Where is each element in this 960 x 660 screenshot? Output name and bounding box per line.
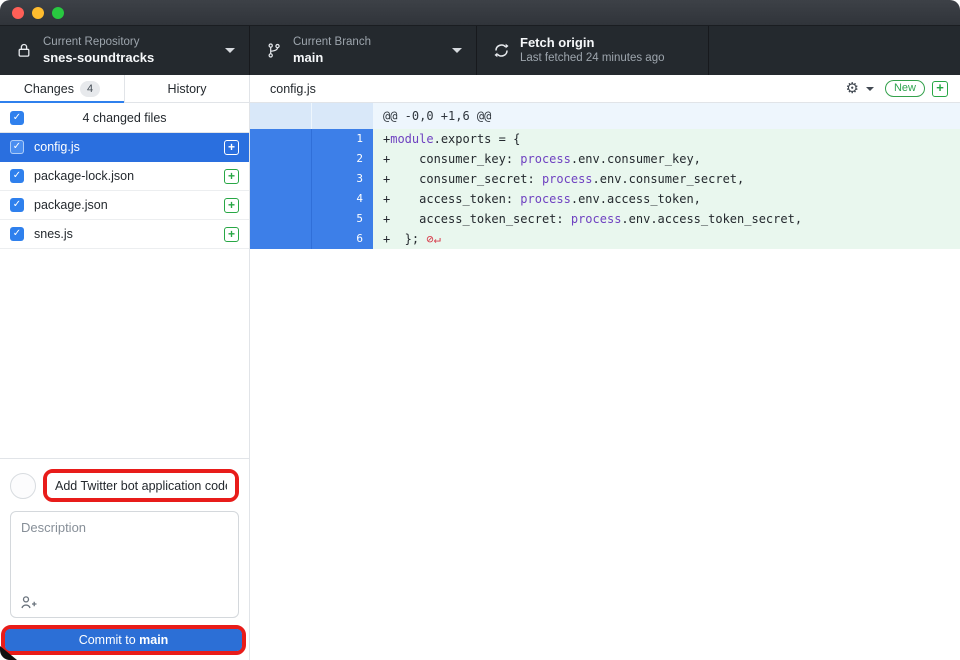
repository-label: Current Repository — [43, 35, 154, 49]
diff-line[interactable]: 3+ consumer_secret: process.env.consumer… — [250, 169, 960, 189]
diff-line[interactable]: 6+ }; ⊘↵ — [250, 229, 960, 249]
file-row[interactable]: ✓ config.js + — [0, 133, 249, 162]
commit-button-highlight-annotation: Commit to main — [1, 625, 246, 655]
file-row[interactable]: ✓ package-lock.json + — [0, 162, 249, 191]
add-coauthor-icon[interactable] — [20, 595, 38, 610]
tab-changes-label: Changes — [24, 82, 74, 96]
added-file-icon: + — [932, 81, 948, 97]
lock-icon — [14, 42, 34, 59]
diff-controls: ⚙ New + — [846, 80, 948, 97]
branch-label: Current Branch — [293, 35, 371, 49]
file-added-status-icon: + — [224, 140, 239, 155]
tab-history[interactable]: History — [124, 75, 249, 102]
diff-gutter-old[interactable] — [250, 169, 311, 189]
fetch-origin-label: Fetch origin — [520, 35, 665, 51]
app-window: Current Repository snes-soundtracks Curr… — [0, 0, 960, 660]
diff-code-text: + consumer_secret: process.env.consumer_… — [373, 169, 960, 189]
diff-file-name: config.js — [270, 82, 846, 96]
summary-highlight-annotation — [43, 469, 239, 502]
diff-line-number[interactable]: 4 — [311, 189, 373, 209]
file-name: config.js — [34, 140, 214, 154]
last-fetched-status: Last fetched 24 minutes ago — [520, 51, 665, 65]
chevron-down-icon — [452, 48, 462, 53]
chevron-down-icon[interactable] — [866, 87, 874, 91]
hunk-header-row: @@ -0,0 +1,6 @@ — [250, 103, 960, 129]
commit-area: Commit to main — [0, 458, 249, 660]
new-file-badge: New — [885, 80, 925, 97]
diff-code-text: + }; ⊘↵ — [373, 229, 960, 249]
chevron-down-icon — [225, 48, 235, 53]
commit-description-input[interactable] — [11, 512, 238, 590]
select-all-row: ✓ 4 changed files — [0, 103, 249, 133]
diff-code-text: + consumer_key: process.env.consumer_key… — [373, 149, 960, 169]
branch-name: main — [293, 50, 371, 66]
hunk-gutter-new — [311, 103, 373, 129]
diff-gutter-old[interactable] — [250, 229, 311, 249]
diff-line-number[interactable]: 2 — [311, 149, 373, 169]
file-row[interactable]: ✓ snes.js + — [0, 220, 249, 249]
diff-lines: 1+module.exports = {2+ consumer_key: pro… — [250, 129, 960, 249]
commit-to-main-button[interactable]: Commit to main — [5, 629, 242, 651]
file-name: package-lock.json — [34, 169, 214, 183]
file-added-status-icon: + — [224, 227, 239, 242]
avatar — [10, 473, 36, 499]
fetch-origin-button[interactable]: Fetch origin Last fetched 24 minutes ago — [477, 26, 709, 75]
titlebar[interactable] — [0, 0, 960, 26]
changes-count-badge: 4 — [80, 81, 100, 97]
file-name: package.json — [34, 198, 214, 212]
file-checkbox[interactable]: ✓ — [10, 169, 24, 183]
sync-icon — [491, 42, 511, 59]
gear-icon[interactable]: ⚙ — [846, 81, 859, 96]
commit-summary-input[interactable] — [47, 473, 235, 498]
file-added-status-icon: + — [224, 198, 239, 213]
current-branch-dropdown[interactable]: Current Branch main — [250, 26, 477, 75]
tab-changes[interactable]: Changes 4 — [0, 75, 124, 102]
git-branch-icon — [264, 42, 284, 59]
file-checkbox[interactable]: ✓ — [10, 227, 24, 241]
file-checkbox[interactable]: ✓ — [10, 140, 24, 154]
sidebar-tabs: Changes 4 History — [0, 75, 249, 103]
diff-gutter-old[interactable] — [250, 129, 311, 149]
diff-code-text: +module.exports = { — [373, 129, 960, 149]
diff-code-text: + access_token: process.env.access_token… — [373, 189, 960, 209]
main-toolbar: Current Repository snes-soundtracks Curr… — [0, 26, 960, 75]
diff-line[interactable]: 2+ consumer_key: process.env.consumer_ke… — [250, 149, 960, 169]
diff-gutter-old[interactable] — [250, 149, 311, 169]
content: Changes 4 History ✓ 4 changed files ✓ con… — [0, 75, 960, 660]
file-added-status-icon: + — [224, 169, 239, 184]
diff-view: config.js ⚙ New + @@ -0,0 +1,6 @@ 1+modu… — [250, 75, 960, 660]
current-repository-dropdown[interactable]: Current Repository snes-soundtracks — [0, 26, 250, 75]
file-row[interactable]: ✓ package.json + — [0, 191, 249, 220]
diff-line[interactable]: 5+ access_token_secret: process.env.acce… — [250, 209, 960, 229]
sidebar-empty-space — [0, 249, 249, 458]
diff-line[interactable]: 4+ access_token: process.env.access_toke… — [250, 189, 960, 209]
close-window-button[interactable] — [12, 7, 24, 19]
diff-code-text: + access_token_secret: process.env.acces… — [373, 209, 960, 229]
commit-button-prefix: Commit to — [79, 633, 139, 647]
diff-line-number[interactable]: 6 — [311, 229, 373, 249]
minimize-window-button[interactable] — [32, 7, 44, 19]
file-name: snes.js — [34, 227, 214, 241]
diff-line-number[interactable]: 3 — [311, 169, 373, 189]
zoom-window-button[interactable] — [52, 7, 64, 19]
commit-description-box — [10, 511, 239, 618]
repository-name: snes-soundtracks — [43, 50, 154, 66]
diff-gutter-old[interactable] — [250, 189, 311, 209]
diff-header: config.js ⚙ New + — [250, 75, 960, 103]
diff-line-number[interactable]: 1 — [311, 129, 373, 149]
commit-button-branch: main — [139, 633, 168, 647]
file-list: ✓ config.js + ✓ package-lock.json + ✓ package.j… — [0, 133, 249, 249]
changes-sidebar: Changes 4 History ✓ 4 changed files ✓ con… — [0, 75, 250, 660]
hunk-gutter-old — [250, 103, 311, 129]
file-checkbox[interactable]: ✓ — [10, 198, 24, 212]
diff-gutter-old[interactable] — [250, 209, 311, 229]
select-all-checkbox[interactable]: ✓ — [10, 111, 24, 125]
diff-line[interactable]: 1+module.exports = { — [250, 129, 960, 149]
diff-line-number[interactable]: 5 — [311, 209, 373, 229]
changed-files-count: 4 changed files — [24, 111, 239, 125]
tab-history-label: History — [168, 82, 207, 96]
commit-summary-row — [10, 469, 239, 502]
hunk-header-text: @@ -0,0 +1,6 @@ — [373, 103, 960, 129]
